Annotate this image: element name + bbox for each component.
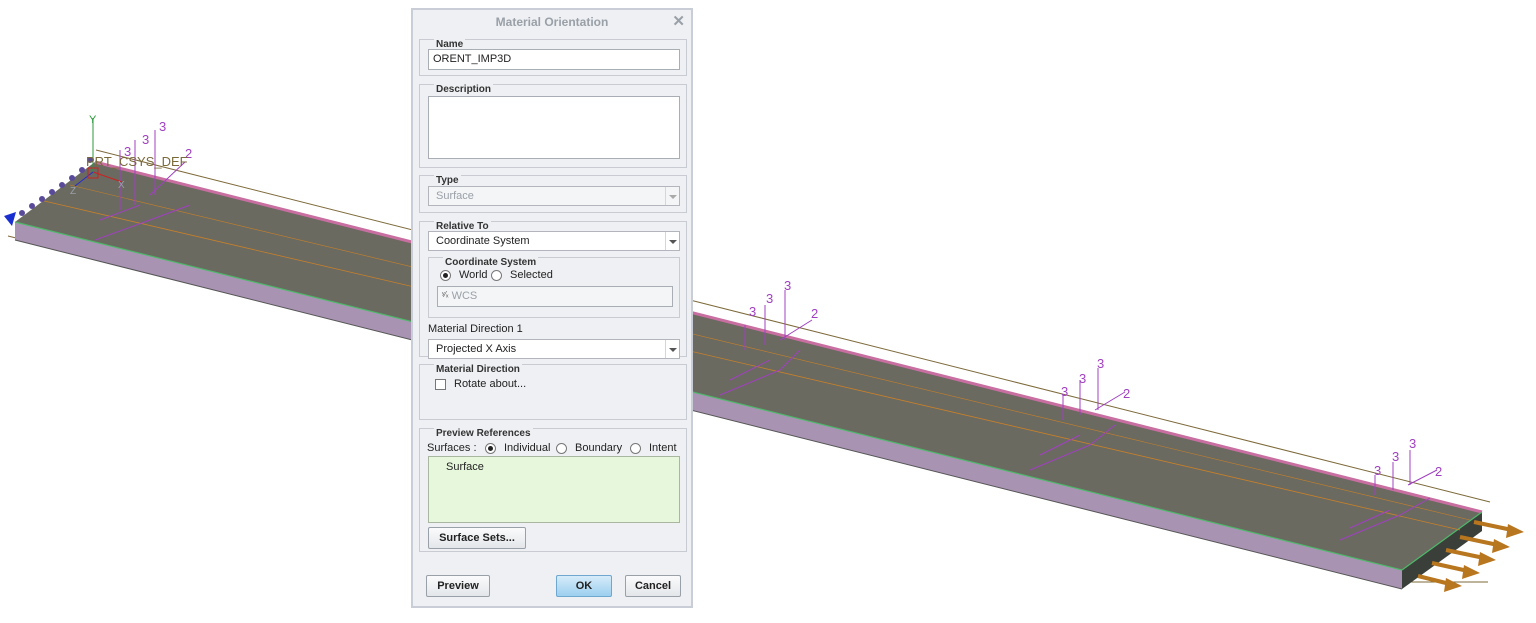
csys-axes-icon: ʸ⁄ₓ [442, 290, 449, 299]
orient-label-3g: 3 [1061, 384, 1068, 399]
axis-z-label: Z [70, 186, 76, 197]
material-direction-1-select[interactable]: Projected X Axis [428, 339, 680, 359]
orient-label-2d: 2 [1435, 464, 1442, 479]
boundary-label: Boundary [575, 442, 623, 454]
preview-references-group: Preview References Surfaces : Individual… [419, 428, 687, 552]
orient-label-3c: 3 [159, 119, 166, 134]
csys-label: PRT_CSYS_DEF [86, 154, 188, 169]
orient-label-3k: 3 [1392, 449, 1399, 464]
orient-label-3j: 3 [1374, 463, 1381, 478]
orient-label-3d: 3 [749, 304, 756, 319]
centerline-2 [69, 184, 1471, 521]
triad-z-arrow [4, 212, 16, 226]
chevron-down-icon [665, 232, 679, 250]
close-icon[interactable]: ✕ [672, 12, 685, 30]
world-radio[interactable] [440, 270, 451, 281]
ok-button[interactable]: OK [556, 575, 612, 597]
dialog-titlebar[interactable]: Material Orientation ✕ [413, 10, 691, 32]
axis-y-label: Y [89, 114, 97, 126]
surfaces-listbox[interactable]: Surface [428, 456, 680, 523]
material-direction-group: Material Direction Rotate about... [419, 364, 687, 420]
beam-top-face [15, 162, 1482, 570]
rotate-about-label: Rotate about... [454, 378, 527, 390]
selected-label: Selected [510, 269, 553, 281]
beam-side-face [15, 222, 1402, 589]
boundary-radio[interactable] [556, 443, 567, 454]
orient-label-3b: 3 [142, 132, 149, 147]
individual-radio[interactable] [485, 443, 496, 454]
description-textarea[interactable] [428, 96, 680, 159]
list-item[interactable]: Surface [446, 461, 484, 473]
chevron-down-icon [665, 187, 679, 205]
material-direction-1-value: Projected X Axis [436, 343, 517, 355]
orient-label-3i: 3 [1097, 356, 1104, 371]
intent-label: Intent [649, 442, 677, 454]
orient-label-3l: 3 [1409, 436, 1416, 451]
relative-to-group: Relative To Coordinate System Coordinate… [419, 221, 687, 359]
chevron-down-icon [665, 340, 679, 358]
preview-button[interactable]: Preview [426, 575, 490, 597]
surfaces-label: Surfaces : [427, 442, 477, 454]
type-select-value: Surface [436, 190, 474, 202]
preview-references-group-title: Preview References [434, 428, 533, 439]
relative-to-select-value: Coordinate System [436, 235, 530, 247]
name-group: Name ORENT_IMP3D [419, 39, 687, 76]
orient-label-3h: 3 [1079, 371, 1086, 386]
orient-label-3e: 3 [766, 291, 773, 306]
type-select: Surface [428, 186, 680, 206]
dialog-title: Material Orientation [495, 15, 609, 29]
orient-label-2c: 2 [1123, 386, 1130, 401]
surface-sets-button[interactable]: Surface Sets... [428, 527, 526, 549]
rotate-about-checkbox[interactable] [435, 379, 446, 390]
coordinate-system-subgroup: Coordinate System World Selected ʸ⁄ₓ WCS [428, 257, 680, 318]
description-group: Description [419, 84, 687, 168]
name-input[interactable]: ORENT_IMP3D [428, 49, 680, 70]
axis-x-label: X [118, 180, 125, 191]
material-direction-group-title: Material Direction [434, 364, 522, 375]
orient-label-3f: 3 [784, 278, 791, 293]
type-group: Type Surface [419, 175, 687, 213]
material-direction-1-label: Material Direction 1 [428, 323, 523, 335]
centerline [39, 199, 1461, 531]
bounding-edge-top [95, 149, 1491, 503]
intent-radio[interactable] [630, 443, 641, 454]
coordinate-system-subgroup-title: Coordinate System [443, 257, 539, 268]
csys-reference-field[interactable]: ʸ⁄ₓ WCS [437, 286, 673, 307]
beam-bottom-edge [14, 239, 1403, 590]
csys-reference-value: WCS [451, 290, 478, 302]
orient-label-2b: 2 [811, 306, 818, 321]
beam-top-edge-near [14, 221, 1403, 571]
model-viewport[interactable]: 3 3 3 2 3 3 3 2 3 3 3 2 3 3 3 2 Y X Z PR… [0, 0, 1536, 623]
material-orientation-dialog: Material Orientation ✕ Name ORENT_IMP3D … [411, 8, 693, 608]
selected-radio[interactable] [491, 270, 502, 281]
relative-to-select[interactable]: Coordinate System [428, 231, 680, 251]
beam-top-edge-far [94, 160, 1483, 514]
world-label: World [459, 269, 488, 281]
type-group-title: Type [434, 175, 461, 186]
individual-label: Individual [504, 442, 551, 454]
description-group-title: Description [434, 84, 494, 95]
cancel-button[interactable]: Cancel [625, 575, 681, 597]
